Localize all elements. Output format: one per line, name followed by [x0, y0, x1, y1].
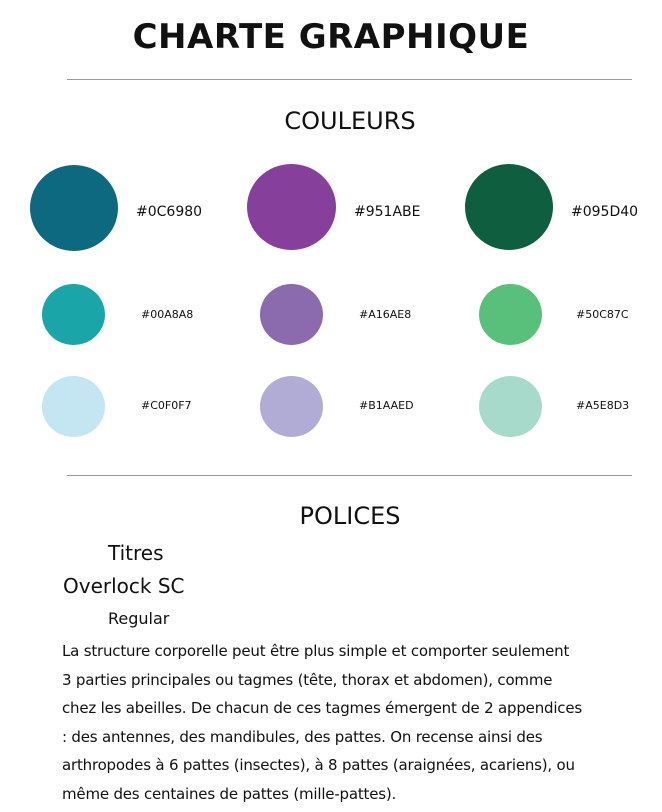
paragraph-line: arthropodes à 6 pattes (insectes), à 8 p…	[62, 756, 575, 775]
color-swatch-primary-3	[465, 164, 553, 250]
paragraph-line: même des centaines de pattes (mille-patt…	[62, 784, 397, 803]
color-swatch-tertiary-2	[260, 376, 323, 437]
color-hex-primary-3: #095D40	[571, 204, 639, 220]
page-title: CHARTE GRAPHIQUE	[132, 17, 530, 57]
color-hex-primary-2: #951ABE	[354, 204, 421, 220]
color-hex-primary-1: #0C6980	[136, 204, 203, 220]
color-swatch-secondary-3	[479, 284, 542, 345]
fonts-section-title: POLICES	[299, 502, 401, 530]
color-swatch-primary-1	[30, 165, 118, 251]
paragraph-line: chez les abeilles. De chacun de ces tagm…	[62, 699, 583, 718]
color-hex-tertiary-3: #A5E8D3	[576, 399, 630, 412]
color-hex-tertiary-2: #B1AAED	[359, 399, 414, 412]
color-hex-secondary-3: #50C87C	[576, 308, 629, 321]
paragraph-line: : des antennes, des mandibules, des patt…	[62, 727, 543, 746]
paragraph-line: La structure corporelle peut être plus s…	[62, 642, 570, 660]
color-hex-secondary-2: #A16AE8	[359, 308, 412, 321]
color-swatch-tertiary-1	[42, 376, 105, 437]
color-hex-tertiary-1: #C0F0F7	[141, 399, 192, 412]
color-swatch-secondary-2	[260, 284, 323, 345]
sample-paragraph: La structure corporelle peut être plus s…	[62, 637, 652, 809]
color-swatch-tertiary-3	[479, 376, 542, 437]
colors-section-title: COULEURS	[284, 107, 416, 135]
titles-label: Titres	[108, 541, 164, 565]
font-style: Regular	[108, 609, 170, 628]
divider-top	[67, 79, 632, 80]
color-swatch-primary-2	[247, 164, 336, 250]
font-name: Overlock SC	[63, 574, 185, 598]
divider-middle	[67, 475, 632, 476]
paragraph-line: 3 parties principales ou tagmes (tête, t…	[62, 670, 553, 689]
color-hex-secondary-1: #00A8A8	[141, 308, 194, 321]
color-swatch-secondary-1	[42, 284, 105, 345]
